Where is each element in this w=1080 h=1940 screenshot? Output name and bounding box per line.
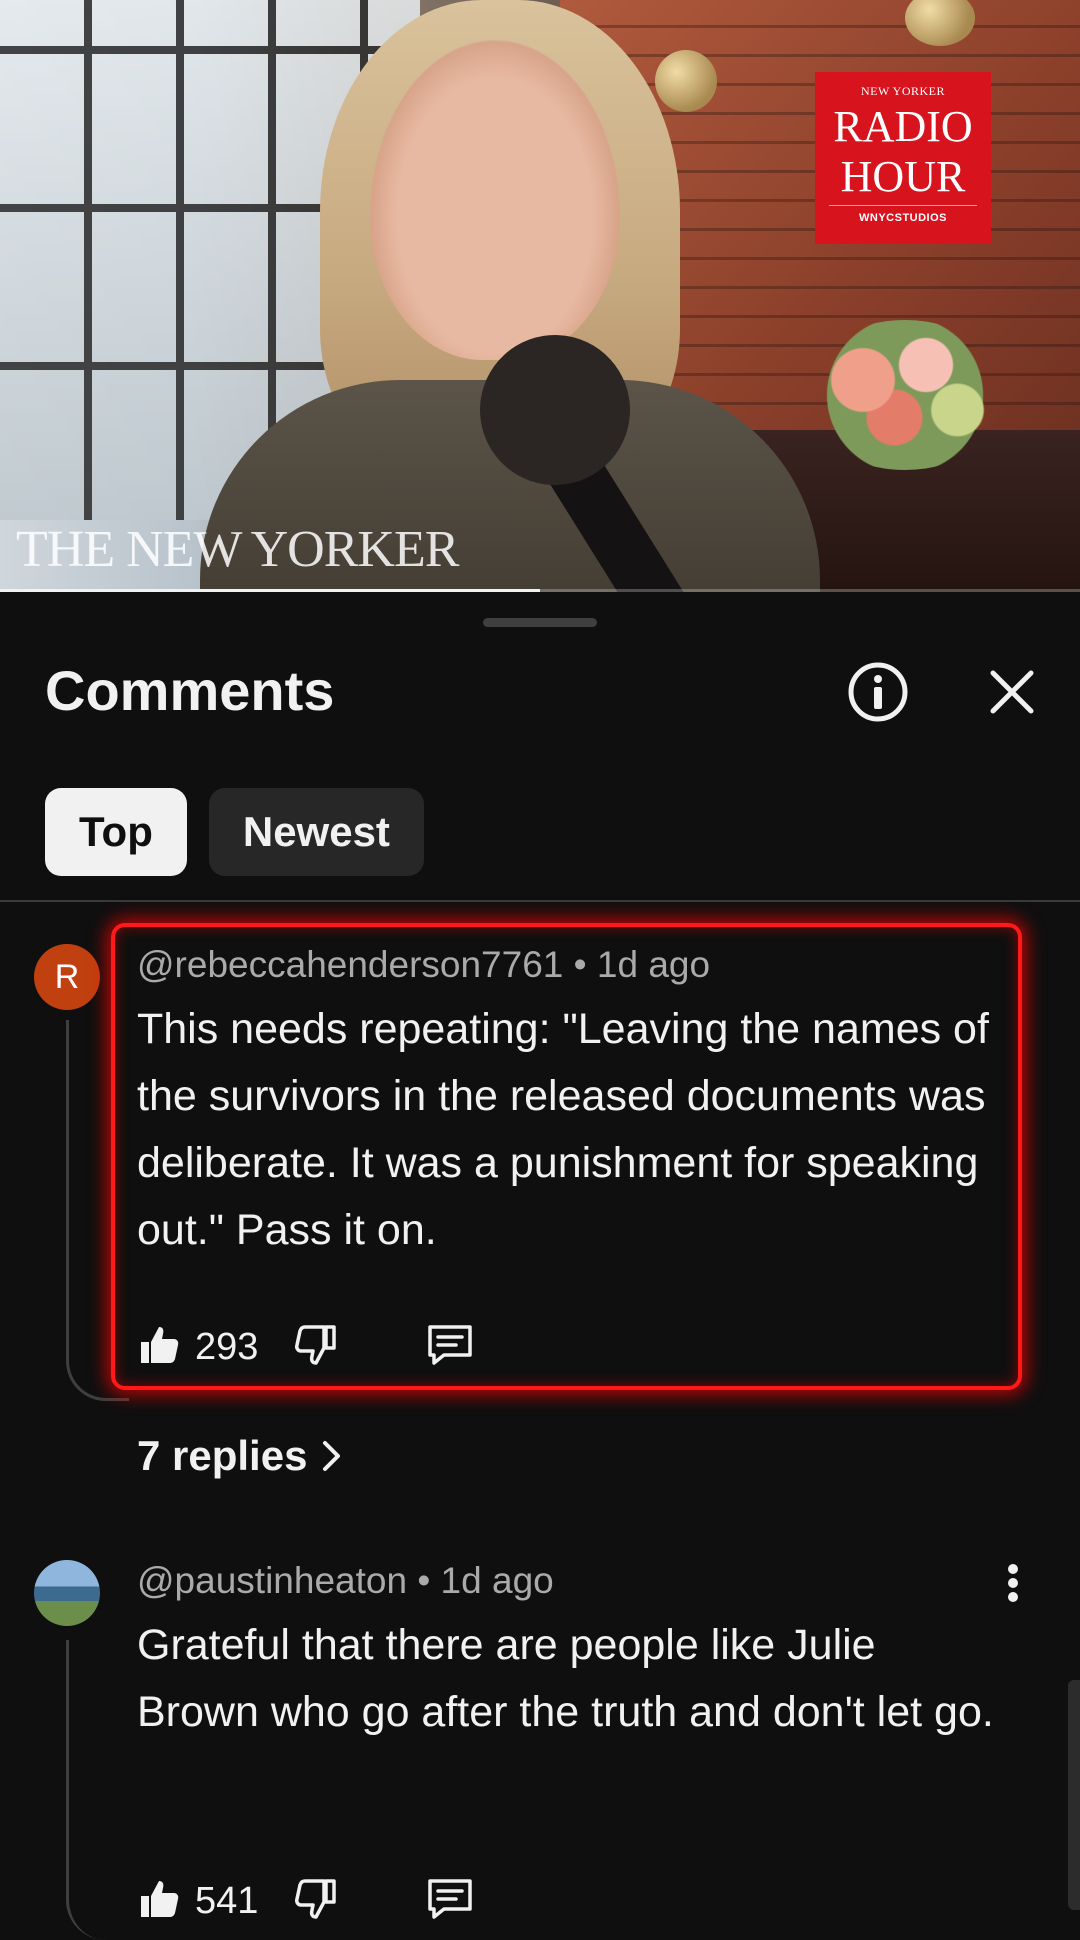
radio-hour-logo-line2: HOUR	[840, 152, 966, 201]
reply-button[interactable]	[426, 1877, 474, 1926]
chevron-right-icon	[323, 1441, 341, 1471]
radio-hour-logo-line1: RADIO	[833, 102, 973, 151]
avatar[interactable]	[34, 1560, 100, 1626]
flower-arrangement	[800, 320, 1010, 470]
video-progress-fill	[0, 589, 540, 592]
comment-text: This needs repeating: "Leaving the names…	[137, 1005, 989, 1254]
more-vertical-icon	[1008, 1564, 1018, 1602]
video-progress-bar[interactable]	[0, 589, 1080, 592]
comment-icon	[428, 1878, 473, 1919]
like-button[interactable]	[137, 1323, 181, 1372]
reply-button[interactable]	[426, 1323, 474, 1372]
radio-hour-logo: NEW YORKER RADIO HOUR WNYCSTUDIOS	[815, 72, 991, 244]
comment-author-meta[interactable]: @rebeccahenderson7761 • 1d ago	[137, 944, 710, 986]
avatar[interactable]: R	[34, 944, 100, 1010]
radio-hour-logo-studio: WNYCSTUDIOS	[829, 205, 977, 224]
thumbs-up-icon	[141, 1326, 179, 1363]
thread-connector	[66, 1020, 129, 1401]
video-player[interactable]: NEW YORKER RADIO HOUR WNYCSTUDIOS THE NE…	[0, 0, 1080, 592]
drag-handle[interactable]	[483, 618, 597, 627]
comment-actions: 293	[137, 1322, 474, 1372]
dislike-button[interactable]	[294, 1877, 338, 1926]
person-face	[370, 40, 620, 360]
thread-connector	[66, 1640, 129, 1940]
close-icon	[990, 670, 1034, 714]
scrollbar[interactable]	[1068, 1680, 1080, 1910]
comment-menu-button[interactable]	[978, 1548, 1048, 1618]
comment-author-meta[interactable]: @paustinheaton • 1d ago	[137, 1560, 554, 1602]
new-yorker-watermark: THE NEW YORKER	[16, 521, 459, 578]
close-button[interactable]	[978, 658, 1046, 726]
like-count: 293	[195, 1325, 259, 1368]
thumbs-down-icon	[295, 1324, 337, 1365]
thumbs-down-icon	[295, 1878, 337, 1919]
dislike-button[interactable]	[294, 1323, 338, 1372]
thumbs-up-icon	[141, 1880, 179, 1917]
like-count: 541	[195, 1879, 259, 1922]
replies-button[interactable]: 7 replies	[137, 1432, 343, 1480]
pendant-lamp	[655, 50, 717, 112]
replies-label: 7 replies	[137, 1432, 308, 1479]
tab-newest[interactable]: Newest	[208, 788, 424, 876]
radio-hour-logo-brand: NEW YORKER	[861, 84, 945, 98]
divider	[0, 900, 1080, 902]
like-button[interactable]	[137, 1877, 181, 1926]
tab-top[interactable]: Top	[45, 788, 187, 876]
comment-text: Grateful that there are people like Juli…	[137, 1621, 994, 1736]
comment-icon	[428, 1324, 473, 1365]
sort-tabs: Top Newest	[45, 788, 424, 876]
info-button[interactable]	[844, 658, 912, 726]
comment-actions: 541	[137, 1876, 474, 1926]
comments-title: Comments	[45, 659, 335, 722]
info-icon	[848, 662, 908, 722]
